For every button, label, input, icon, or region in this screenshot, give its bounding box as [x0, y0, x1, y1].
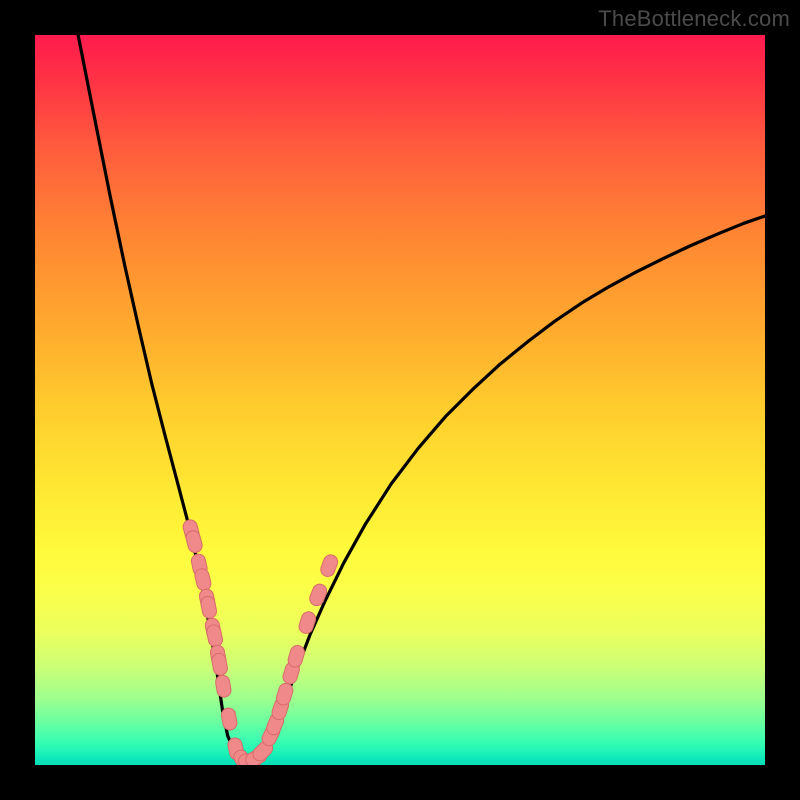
bead: [215, 674, 232, 698]
bead: [211, 652, 229, 676]
bead: [185, 529, 204, 554]
bead: [193, 567, 212, 592]
bead: [220, 707, 238, 731]
beads-group: [182, 518, 340, 765]
outer-frame: TheBottleneck.com: [0, 0, 800, 800]
v-curve: [78, 35, 765, 761]
watermark-text: TheBottleneck.com: [598, 6, 790, 32]
bead: [205, 624, 223, 649]
bead: [308, 582, 329, 608]
plot-svg: [35, 35, 765, 765]
bead: [297, 610, 317, 635]
bead: [200, 595, 218, 619]
plot-area: [35, 35, 765, 765]
